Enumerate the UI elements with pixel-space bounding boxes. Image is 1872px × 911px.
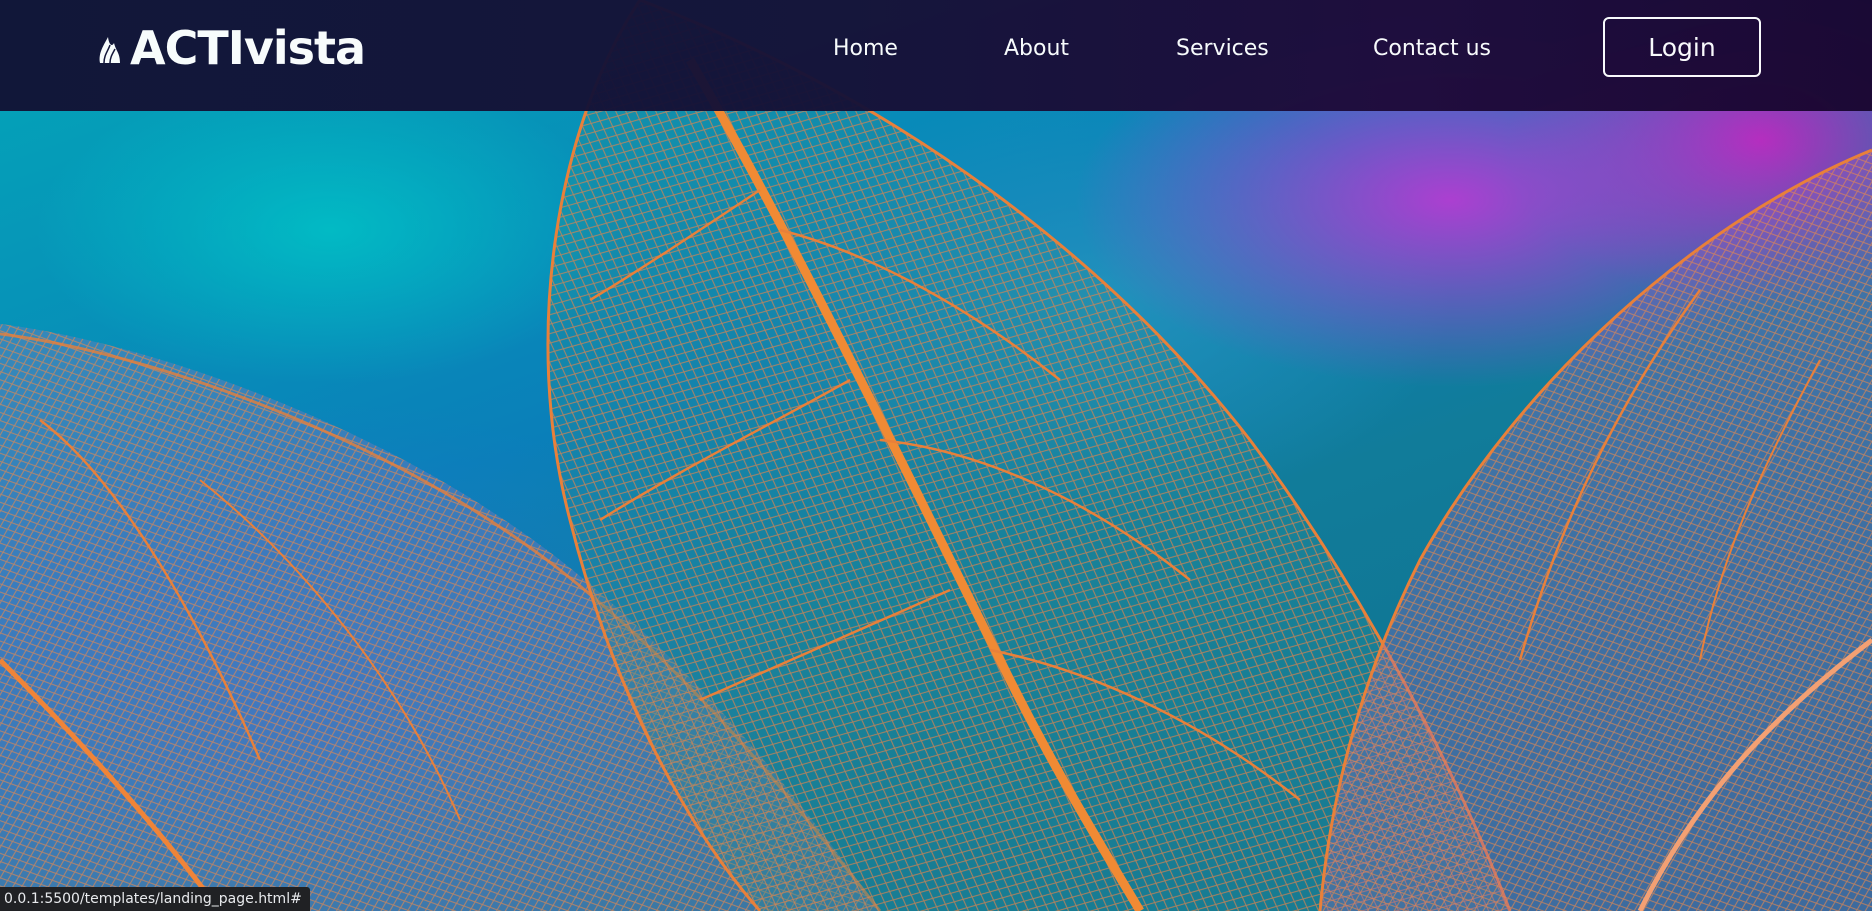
brand-logo[interactable]: ACTIvista	[98, 18, 366, 78]
nav-home-link[interactable]: Home	[833, 33, 898, 65]
top-navbar: ACTIvista Home About Services Contact us…	[0, 0, 1872, 111]
nav-about-link[interactable]: About	[1004, 33, 1069, 65]
browser-status-url: 0.0.1:5500/templates/landing_page.html#	[0, 887, 310, 911]
login-button[interactable]: Login	[1603, 17, 1761, 77]
nav-services-link[interactable]: Services	[1176, 33, 1269, 65]
hero-image	[0, 0, 1872, 911]
flame-leaf-icon	[99, 37, 120, 64]
nav-contact-link[interactable]: Contact us	[1373, 33, 1491, 65]
leaf-vein-illustration	[0, 0, 1872, 911]
landing-page: ACTIvista Home About Services Contact us…	[0, 0, 1872, 911]
brand-name: ACTIvista	[130, 21, 366, 75]
